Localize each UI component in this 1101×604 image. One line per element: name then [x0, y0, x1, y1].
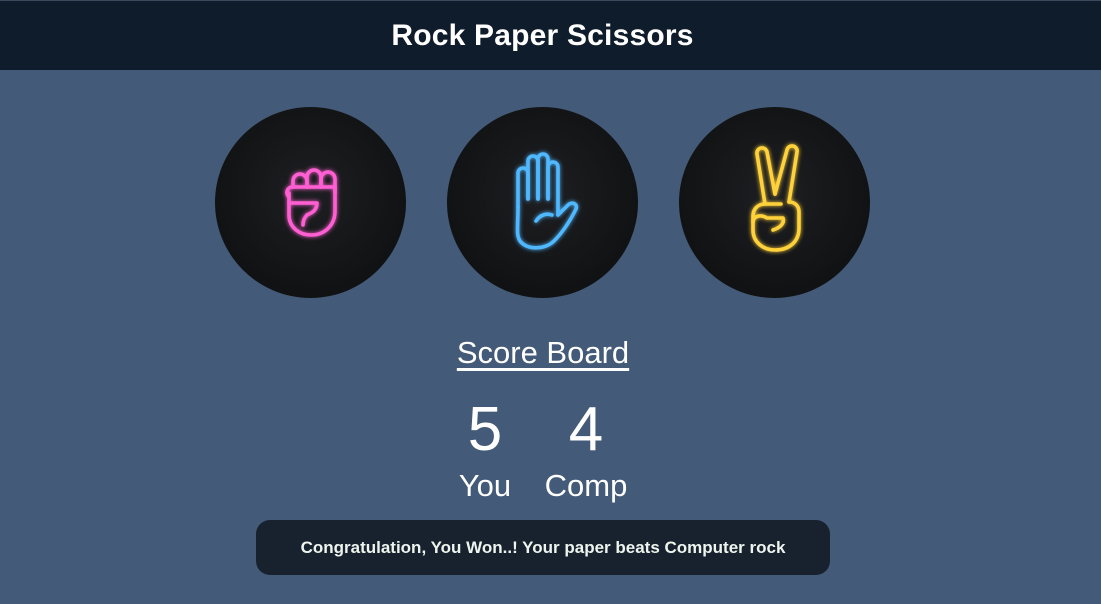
user-score-panel: 5 You	[430, 393, 540, 505]
paper-open-hand-icon	[515, 151, 578, 250]
page-title: Rock Paper Scissors	[391, 18, 694, 52]
result-message: Congratulation, You Won..! Your paper be…	[256, 520, 830, 575]
paper-choice-button[interactable]	[447, 107, 638, 298]
app-header: Rock Paper Scissors	[0, 0, 1101, 70]
rock-fist-icon	[284, 167, 337, 237]
user-score-label: You	[458, 468, 512, 503]
comp-score-label: Comp	[544, 468, 628, 503]
comp-score: 4	[568, 395, 604, 464]
comp-score-panel: 4 Comp	[531, 393, 641, 505]
user-score: 5	[467, 395, 503, 464]
scissors-choice-button[interactable]	[679, 107, 870, 298]
scissors-peace-hand-icon	[750, 143, 801, 252]
rock-choice-button[interactable]	[215, 107, 406, 298]
result-message-text: Congratulation, You Won..! Your paper be…	[300, 537, 786, 557]
score-board-title: Score Board	[456, 335, 630, 370]
